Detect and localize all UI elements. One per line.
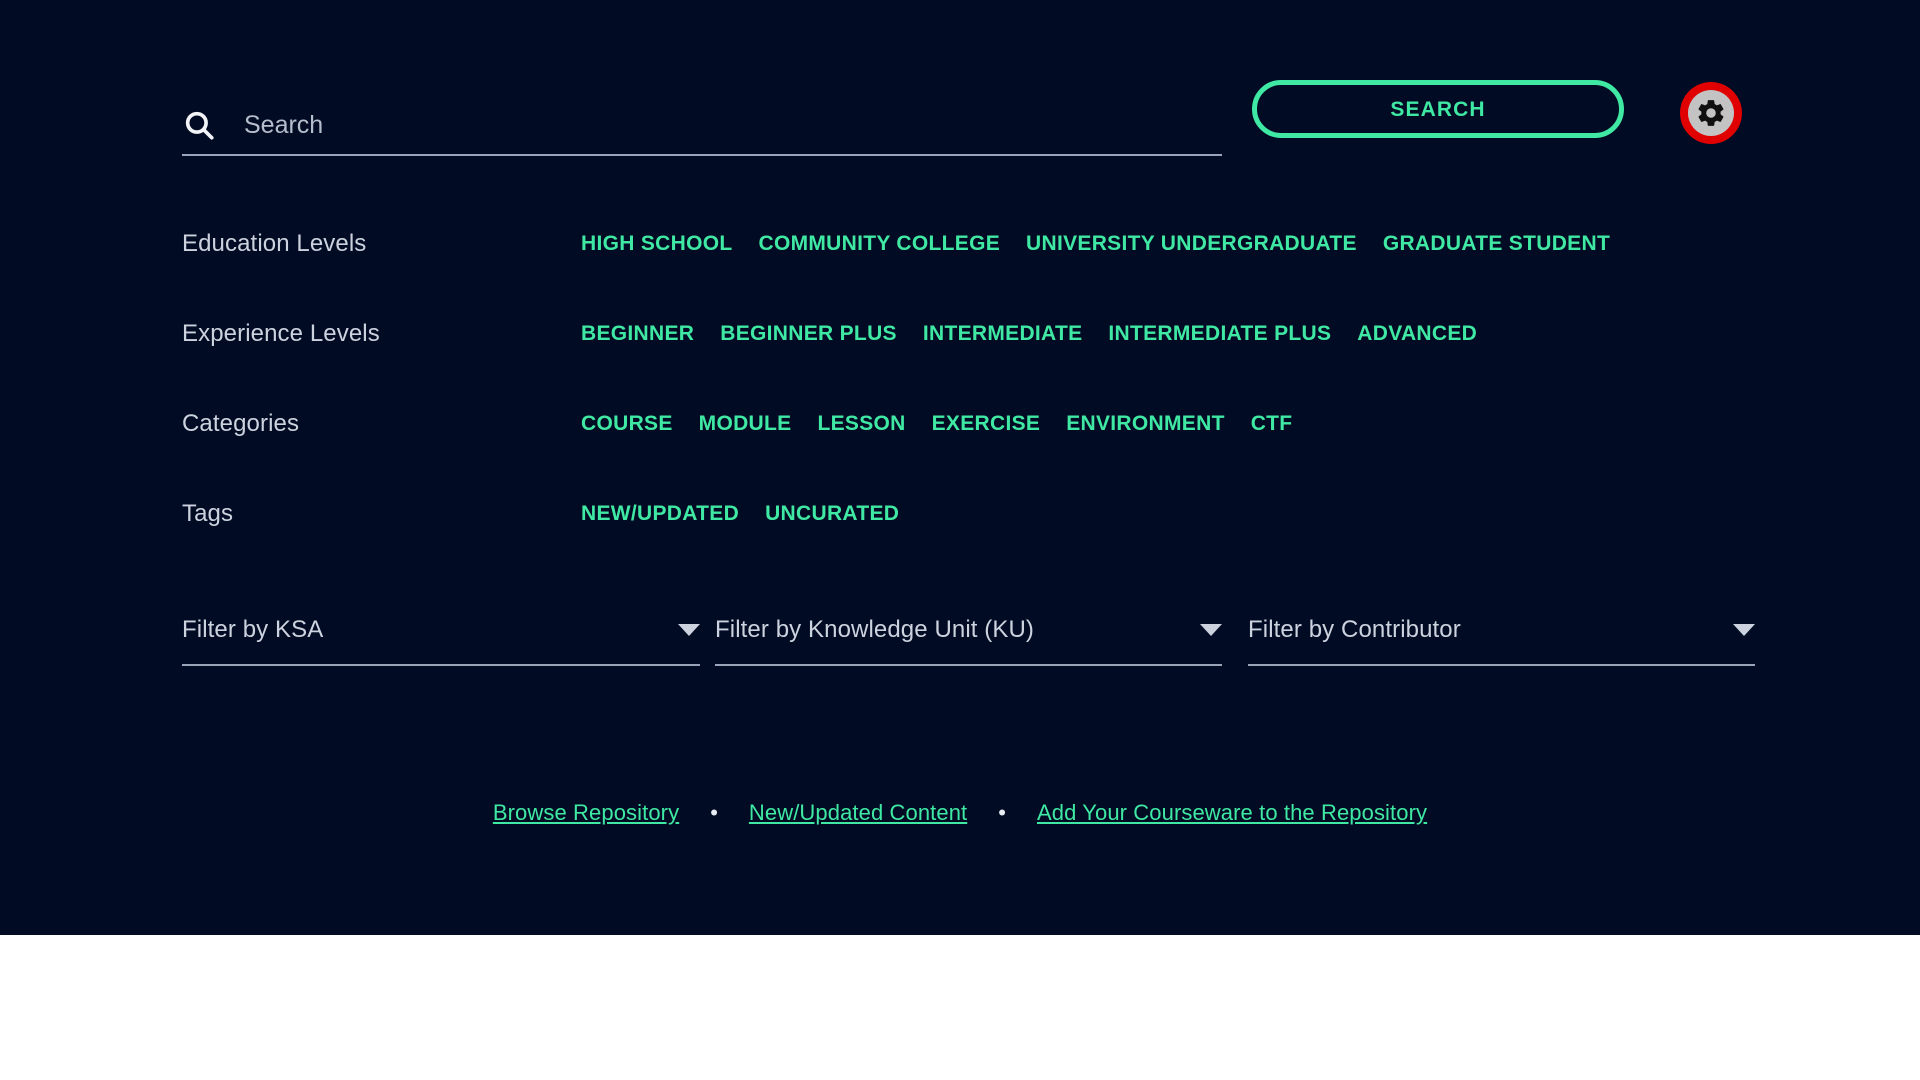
dropdown-filter-row: Filter by KSA Filter by Knowledge Unit (… (0, 600, 1920, 670)
facet-label: Education Levels (182, 230, 367, 257)
facet-chip-beginner[interactable]: BEGINNER (581, 323, 694, 344)
facet-row-education-levels: Education Levels HIGH SCHOOL COMMUNITY C… (0, 205, 1920, 295)
filter-ksa-value: Filter by KSA (182, 616, 324, 643)
filter-knowledge-unit-value: Filter by Knowledge Unit (KU) (715, 616, 1035, 643)
facet-chips: HIGH SCHOOL COMMUNITY COLLEGE UNIVERSITY… (581, 233, 1610, 254)
facet-chip-high-school[interactable]: HIGH SCHOOL (581, 233, 732, 254)
footer-links: Browse Repository • New/Updated Content … (0, 800, 1920, 826)
facet-list: Education Levels HIGH SCHOOL COMMUNITY C… (0, 205, 1920, 565)
facet-chip-module[interactable]: MODULE (699, 413, 792, 434)
link-new-updated-content[interactable]: New/Updated Content (749, 800, 967, 826)
facet-row-experience-levels: Experience Levels BEGINNER BEGINNER PLUS… (0, 295, 1920, 385)
facet-chip-new-updated[interactable]: NEW/UPDATED (581, 503, 739, 524)
gear-icon (1688, 90, 1734, 136)
facet-chip-exercise[interactable]: EXERCISE (932, 413, 1041, 434)
facet-row-categories: Categories COURSE MODULE LESSON EXERCISE… (0, 385, 1920, 475)
facet-chip-ctf[interactable]: CTF (1251, 413, 1293, 434)
facet-chip-community-college[interactable]: COMMUNITY COLLEGE (758, 233, 1000, 254)
search-button[interactable]: SEARCH (1252, 80, 1624, 138)
facet-label: Experience Levels (182, 320, 380, 347)
facet-chip-university-undergraduate[interactable]: UNIVERSITY UNDERGRADUATE (1026, 233, 1357, 254)
facet-chip-lesson[interactable]: LESSON (817, 413, 905, 434)
facet-chips: NEW/UPDATED UNCURATED (581, 503, 899, 524)
chevron-down-icon (1200, 624, 1222, 636)
footer-separator-dot: • (998, 800, 1006, 825)
chevron-down-icon (1733, 624, 1755, 636)
facet-chip-course[interactable]: COURSE (581, 413, 673, 434)
facet-row-tags: Tags NEW/UPDATED UNCURATED (0, 475, 1920, 565)
filter-contributor-dropdown[interactable]: Filter by Contributor (1248, 600, 1755, 666)
facet-chip-beginner-plus[interactable]: BEGINNER PLUS (720, 323, 897, 344)
facet-chip-graduate-student[interactable]: GRADUATE STUDENT (1383, 233, 1610, 254)
facet-chip-environment[interactable]: ENVIRONMENT (1066, 413, 1224, 434)
facet-chip-intermediate[interactable]: INTERMEDIATE (923, 323, 1083, 344)
link-add-your-courseware[interactable]: Add Your Courseware to the Repository (1037, 800, 1427, 826)
settings-button[interactable] (1680, 82, 1742, 144)
link-browse-repository[interactable]: Browse Repository (493, 800, 679, 826)
filter-ksa-dropdown[interactable]: Filter by KSA (182, 600, 700, 666)
search-field[interactable] (182, 96, 1222, 156)
search-filter-panel: SEARCH Education Levels HIGH SCHOOL COMM… (0, 0, 1920, 935)
filter-contributor-value: Filter by Contributor (1248, 616, 1461, 643)
page-body-area (0, 935, 1920, 1080)
facet-chips: COURSE MODULE LESSON EXERCISE ENVIRONMEN… (581, 413, 1292, 434)
facet-label: Tags (182, 500, 234, 527)
search-row: SEARCH (0, 0, 1920, 175)
facet-chip-intermediate-plus[interactable]: INTERMEDIATE PLUS (1108, 323, 1331, 344)
filter-knowledge-unit-dropdown[interactable]: Filter by Knowledge Unit (KU) (715, 600, 1222, 666)
facet-chip-advanced[interactable]: ADVANCED (1357, 323, 1477, 344)
chevron-down-icon (678, 624, 700, 636)
facet-chips: BEGINNER BEGINNER PLUS INTERMEDIATE INTE… (581, 323, 1477, 344)
facet-chip-uncurated[interactable]: UNCURATED (765, 503, 899, 524)
facet-label: Categories (182, 410, 300, 437)
footer-separator-dot: • (710, 800, 718, 825)
search-icon (182, 108, 216, 142)
search-input[interactable] (244, 105, 1222, 145)
